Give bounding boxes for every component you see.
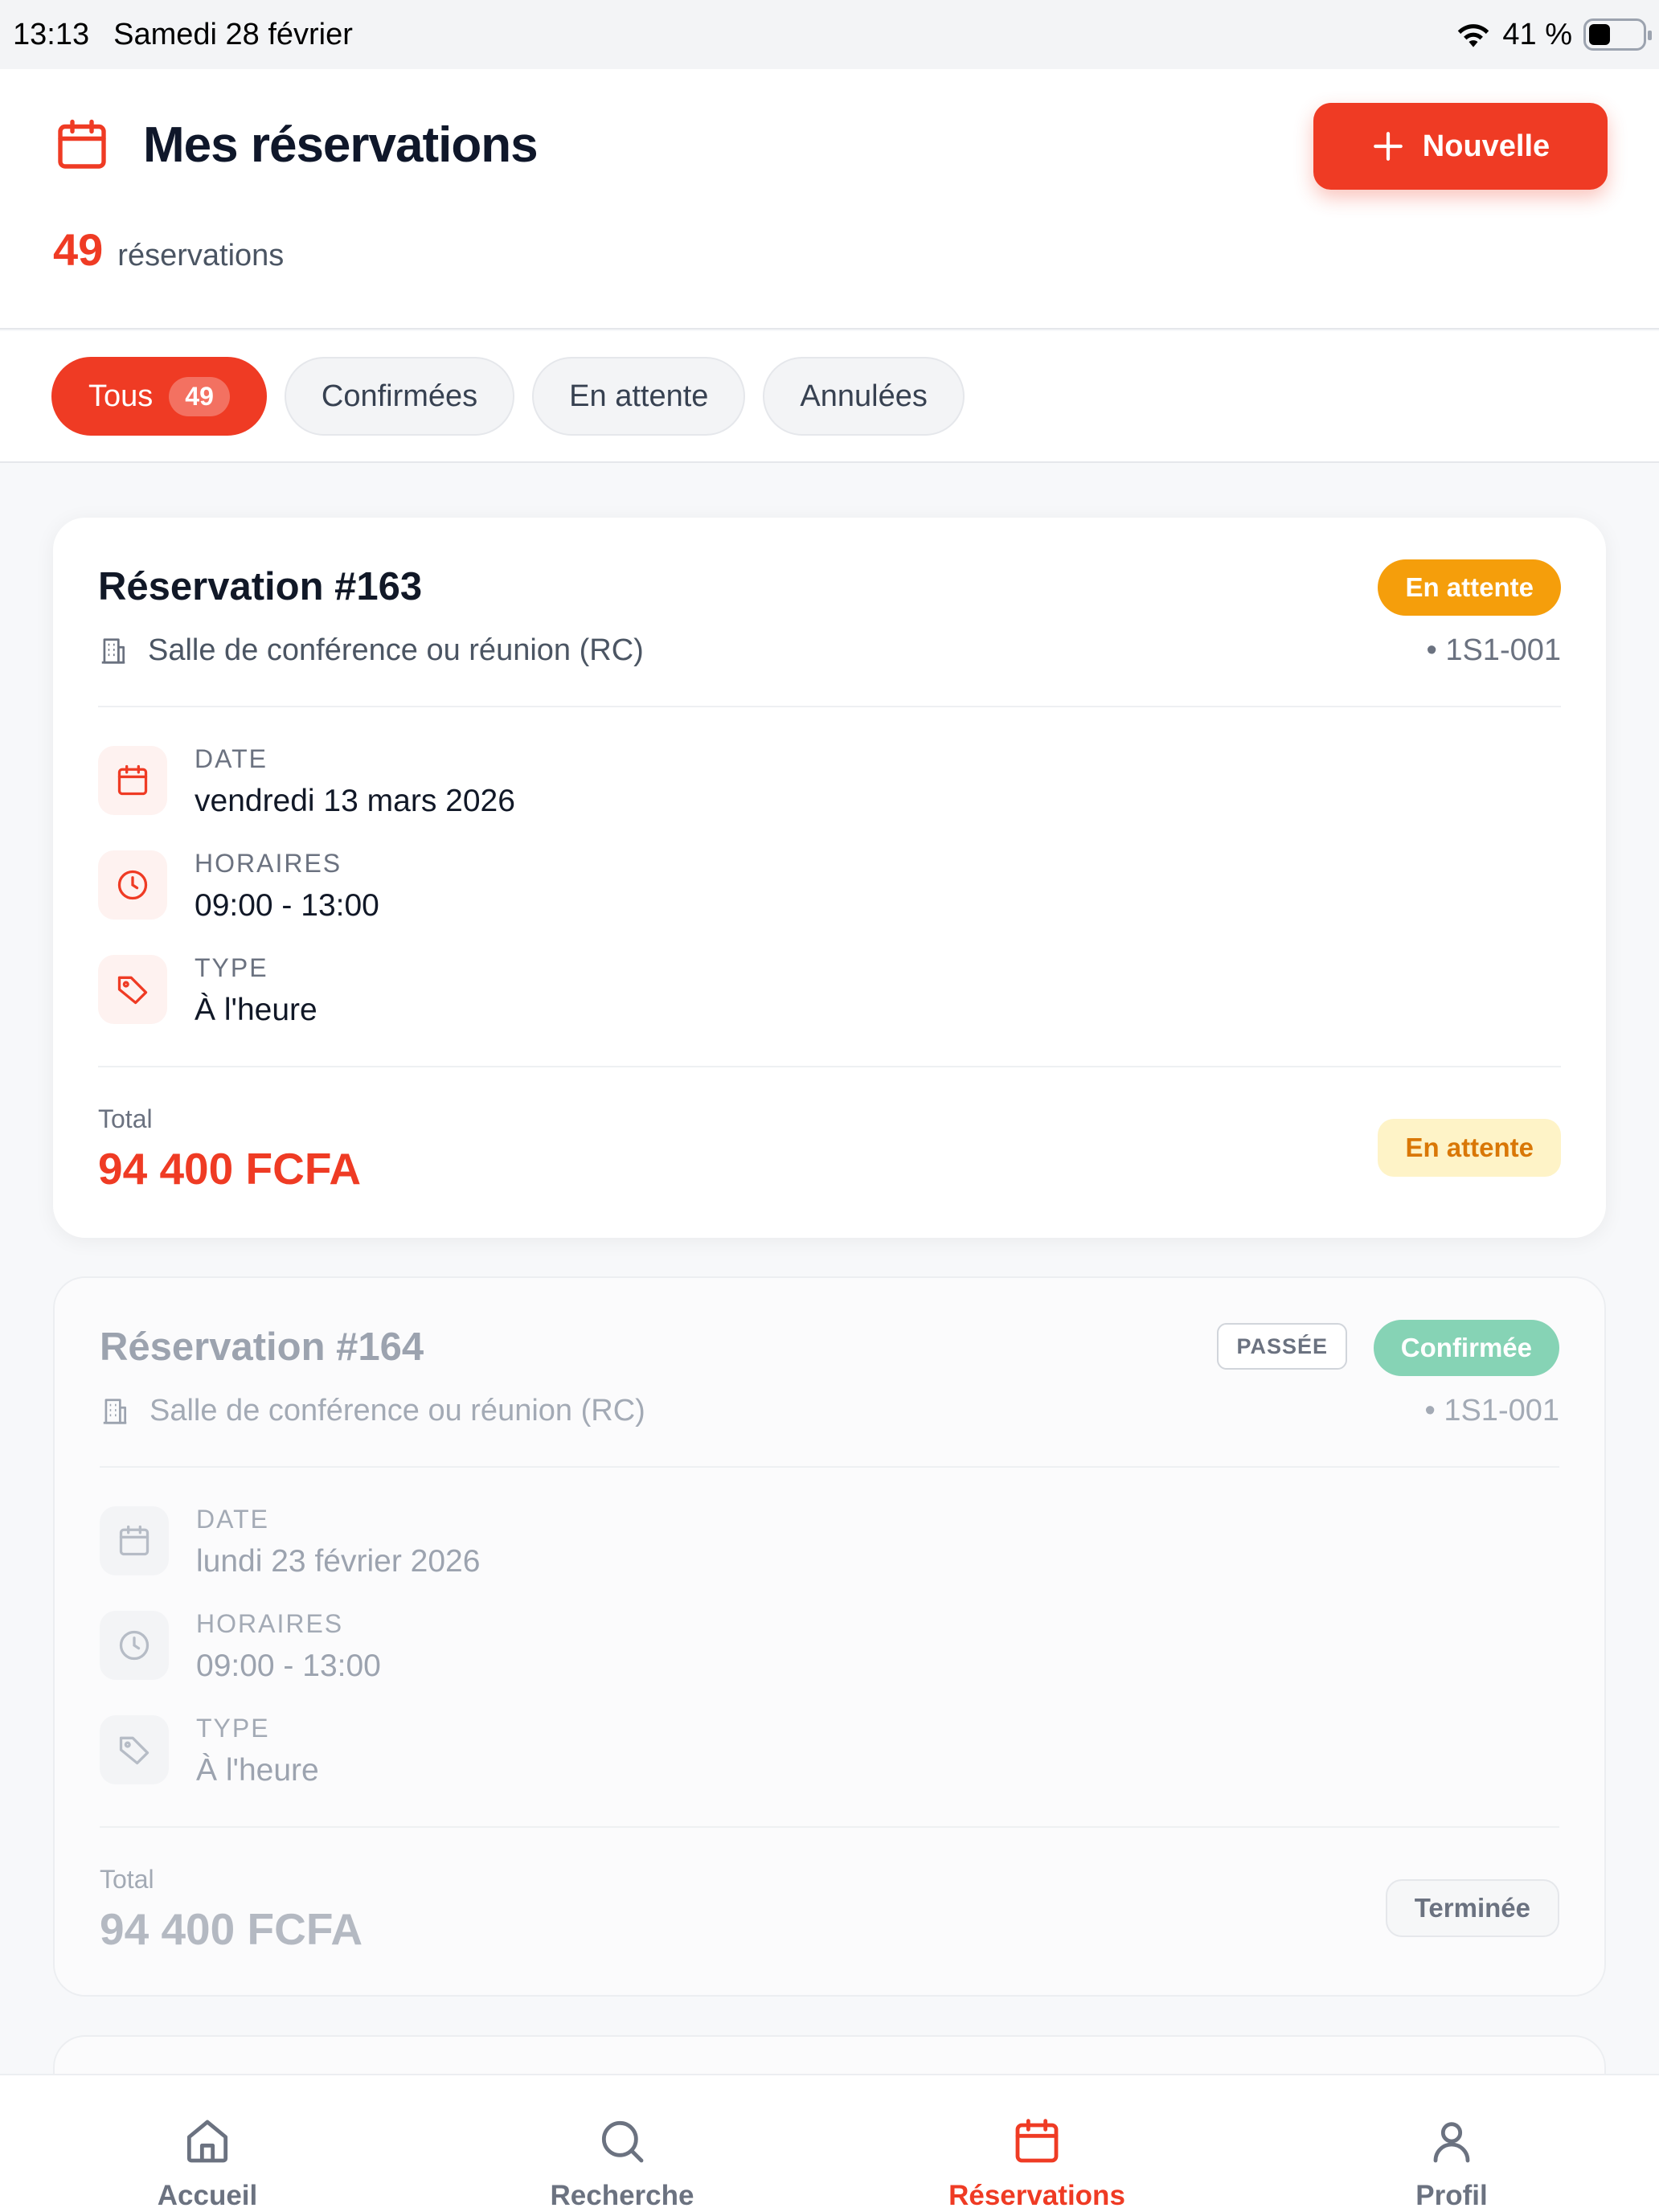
tab-pending[interactable]: En attente <box>532 357 746 436</box>
reservation-title: Réservation #163 <box>98 565 423 608</box>
nav-label: Accueil <box>157 2180 258 2211</box>
type-value: À l'heure <box>195 993 317 1027</box>
tag-icon <box>119 1736 150 1765</box>
total-value: 94 400 FCFA <box>98 1144 362 1194</box>
calendar-icon <box>58 119 106 169</box>
footer-status-badge: En attente <box>1378 1119 1561 1177</box>
new-reservation-button[interactable]: Nouvelle <box>1313 103 1608 190</box>
tab-label: Annulées <box>800 379 928 413</box>
tab-cancelled[interactable]: Annulées <box>763 357 965 436</box>
type-row: TYPE À l'heure <box>98 953 317 1028</box>
tab-label: En attente <box>569 379 709 413</box>
building-icon <box>103 1398 127 1424</box>
room-name: Salle de conférence ou réunion (RC) <box>98 633 644 668</box>
nav-label: Profil <box>1415 2180 1488 2211</box>
tab-label: Confirmées <box>321 379 478 413</box>
room-code: • 1S1-001 <box>1424 1394 1559 1428</box>
user-icon <box>1433 2122 1470 2163</box>
reservation-title: Réservation #164 <box>100 1325 424 1369</box>
reservation-card[interactable]: Réservation #164 PASSÉE Confirmée Salle … <box>53 1276 1606 1997</box>
hours-value: 09:00 - 13:00 <box>195 888 379 923</box>
type-label: TYPE <box>195 953 268 982</box>
battery-icon <box>1583 18 1652 51</box>
room-code: • 1S1-001 <box>1426 633 1561 667</box>
type-label: TYPE <box>196 1714 270 1743</box>
date-value: vendredi 13 mars 2026 <box>195 784 515 818</box>
calendar-icon <box>1015 2119 1059 2163</box>
nav-profile[interactable]: Profil <box>1291 2075 1612 2212</box>
filter-tabs: Tous 49 Confirmées En attente Annulées <box>0 331 1659 463</box>
hours-row: HORAIRES 09:00 - 13:00 <box>98 849 379 924</box>
past-tag: PASSÉE <box>1217 1323 1347 1370</box>
home-icon <box>186 2120 228 2163</box>
footer-status-badge: Terminée <box>1385 1879 1559 1937</box>
nav-reservations[interactable]: Réservations <box>876 2075 1198 2212</box>
total-label: Total <box>98 1104 153 1133</box>
tab-count-badge: 49 <box>169 376 230 416</box>
new-button-label: Nouvelle <box>1422 129 1550 163</box>
clock-icon <box>117 870 148 900</box>
type-row: TYPE À l'heure <box>100 1714 319 1788</box>
divider <box>100 1466 1559 1468</box>
status-date: Samedi 28 février <box>113 17 353 51</box>
hours-value: 09:00 - 13:00 <box>196 1649 381 1683</box>
wifi-icon <box>1458 24 1489 47</box>
status-badge: Confirmée <box>1373 1320 1559 1376</box>
plus-icon <box>1373 132 1403 161</box>
count-label: réservations <box>117 239 285 272</box>
status-time: 13:13 <box>13 17 90 51</box>
hours-label: HORAIRES <box>196 1609 344 1638</box>
reservation-count: 49 réservations <box>53 223 284 276</box>
status-badge: En attente <box>1378 559 1561 616</box>
total-label: Total <box>100 1865 154 1894</box>
type-value: À l'heure <box>196 1753 319 1788</box>
page-header: Mes réservations 49 réservations Nouvell… <box>0 69 1659 330</box>
date-label: DATE <box>195 744 268 773</box>
nav-search[interactable]: Recherche <box>461 2075 783 2212</box>
room-label: Salle de conférence ou réunion (RC) <box>150 1394 645 1428</box>
search-icon <box>601 2120 644 2163</box>
building-icon <box>101 637 125 664</box>
calendar-icon <box>117 764 148 796</box>
room-label: Salle de conférence ou réunion (RC) <box>148 633 644 667</box>
room-name: Salle de conférence ou réunion (RC) <box>100 1394 645 1428</box>
hours-label: HORAIRES <box>195 849 342 878</box>
date-row: DATE lundi 23 février 2026 <box>100 1505 481 1579</box>
bottom-nav: Accueil Recherche Réservations Profil <box>0 2074 1659 2212</box>
nav-label: Réservations <box>948 2180 1125 2211</box>
date-label: DATE <box>196 1505 269 1534</box>
divider <box>100 1826 1559 1828</box>
tag-icon <box>117 976 148 1005</box>
tab-label: Tous <box>88 379 154 413</box>
battery-percent: 41 % <box>1502 17 1572 51</box>
reservation-card[interactable]: Réservation #163 En attente Salle de con… <box>53 518 1606 1238</box>
date-value: lundi 23 février 2026 <box>196 1544 481 1579</box>
tab-confirmed[interactable]: Confirmées <box>284 357 515 436</box>
nav-label: Recherche <box>550 2180 694 2211</box>
app-screen: { "status_bar": { "time": "13:13", "date… <box>0 0 1659 2212</box>
count-number: 49 <box>53 224 104 275</box>
status-bar: 13:13 Samedi 28 février 41 % <box>0 0 1659 69</box>
clock-icon <box>119 1630 150 1661</box>
page-title: Mes réservations <box>143 117 539 173</box>
divider <box>98 1066 1561 1067</box>
hours-row: HORAIRES 09:00 - 13:00 <box>100 1609 381 1684</box>
nav-home[interactable]: Accueil <box>47 2075 368 2212</box>
divider <box>98 706 1561 707</box>
date-row: DATE vendredi 13 mars 2026 <box>98 744 515 819</box>
total-value: 94 400 FCFA <box>100 1904 363 1954</box>
tab-all[interactable]: Tous 49 <box>51 357 267 436</box>
calendar-icon <box>119 1525 150 1556</box>
